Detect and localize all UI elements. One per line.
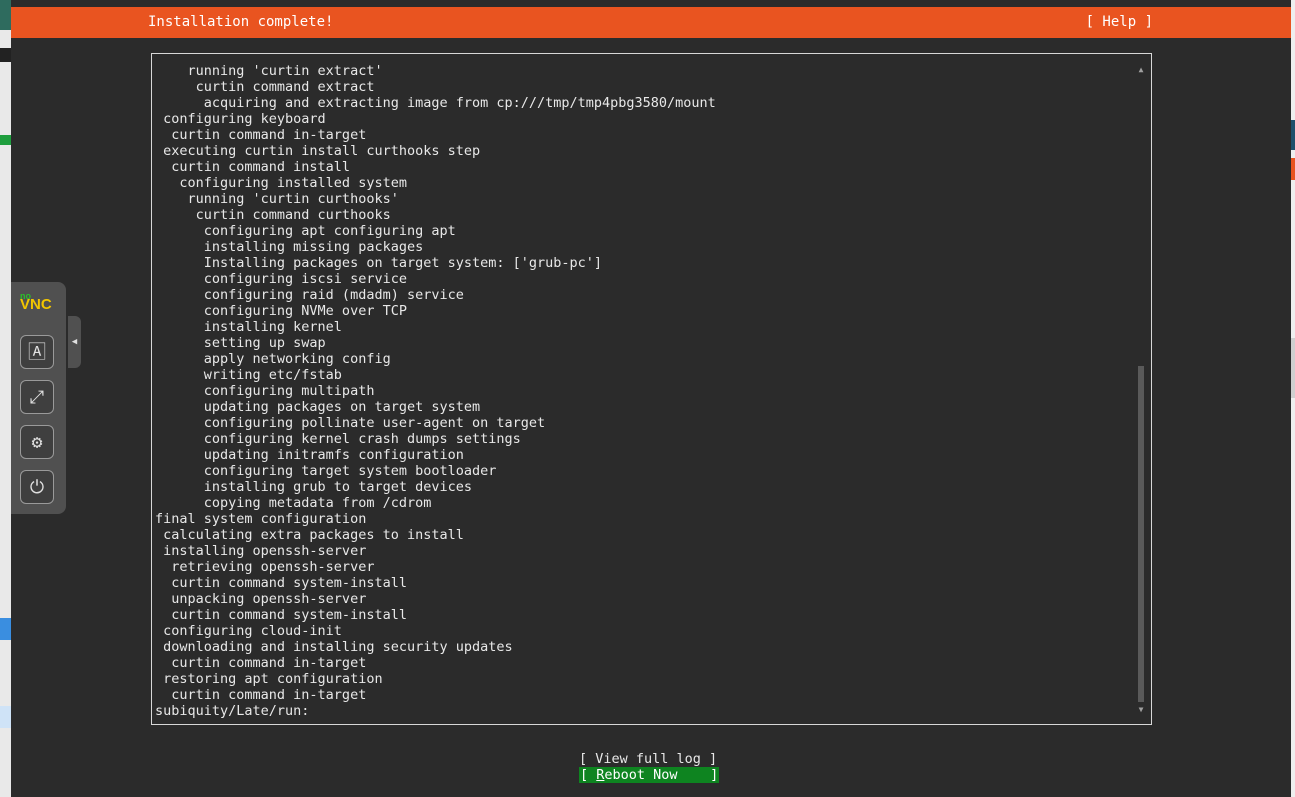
fullscreen-icon[interactable]: ⤢ xyxy=(20,380,54,414)
log-line: curtin command install xyxy=(155,159,351,175)
help-button[interactable]: [ Help ] xyxy=(1086,7,1153,38)
novnc-logo: no VNC xyxy=(20,290,52,313)
log-line: writing etc/fstab xyxy=(155,367,342,383)
log-line: Installing packages on target system: ['… xyxy=(155,255,603,271)
collapse-panel-handle[interactable]: ◀ xyxy=(68,316,81,368)
log-line: subiquity/Late/run: xyxy=(155,703,310,719)
host-edge-strip xyxy=(0,0,11,30)
triangle-down-icon[interactable]: ▼ xyxy=(1137,706,1145,714)
log-line: configuring pollinate user-agent on targ… xyxy=(155,415,546,431)
log-line: configuring keyboard xyxy=(155,111,326,127)
log-line: configuring apt configuring apt xyxy=(155,223,456,239)
log-line: running 'curtin extract' xyxy=(155,63,383,79)
host-desktop-right-edge xyxy=(1291,0,1295,797)
log-line: downloading and installing security upda… xyxy=(155,639,513,655)
host-edge-strip xyxy=(1291,158,1295,180)
host-edge-strip xyxy=(0,618,11,640)
host-edge-strip xyxy=(0,48,11,62)
log-line: calculating extra packages to install xyxy=(155,527,464,543)
log-line: setting up swap xyxy=(155,335,326,351)
log-line: configuring target system bootloader xyxy=(155,463,497,479)
keyboard-icon[interactable]: 🄰 xyxy=(20,335,54,369)
log-line: final system configuration xyxy=(155,511,367,527)
log-line: configuring NVMe over TCP xyxy=(155,303,407,319)
power-icon[interactable]: ⏻ xyxy=(20,470,54,504)
log-line: curtin command in-target xyxy=(155,127,367,143)
log-scrollbar[interactable]: ▲ ▼ xyxy=(1137,66,1145,716)
log-line: configuring iscsi service xyxy=(155,271,407,287)
view-full-log-button[interactable]: [ View full log ] xyxy=(579,751,717,767)
log-line: installing kernel xyxy=(155,319,342,335)
log-line: configuring kernel crash dumps settings xyxy=(155,431,521,447)
log-line: installing grub to target devices xyxy=(155,479,472,495)
log-line: configuring raid (mdadm) service xyxy=(155,287,464,303)
log-line: unpacking openssh-server xyxy=(155,591,367,607)
log-line: installing missing packages xyxy=(155,239,424,255)
log-line: curtin command in-target xyxy=(155,687,367,703)
log-line: configuring cloud-init xyxy=(155,623,342,639)
host-edge-strip xyxy=(1291,338,1295,398)
log-line: configuring multipath xyxy=(155,383,375,399)
host-edge-strip xyxy=(0,135,11,145)
novnc-logo-vnc: VNC xyxy=(20,296,52,313)
triangle-up-icon[interactable]: ▲ xyxy=(1137,66,1145,74)
page-title: Installation complete! xyxy=(148,14,334,30)
log-line: restoring apt configuration xyxy=(155,671,383,687)
reboot-bracket-open: [ xyxy=(580,767,597,783)
reboot-label-rest: eboot Now ] xyxy=(604,767,719,783)
log-line: updating initramfs configuration xyxy=(155,447,464,463)
log-line: curtin command curthooks xyxy=(155,207,391,223)
novnc-control-bar: no VNC 🄰 ⤢ ⚙ ⏻ xyxy=(11,282,66,514)
log-line: curtin command system-install xyxy=(155,607,407,623)
scrollbar-thumb[interactable] xyxy=(1138,366,1144,702)
install-log-panel[interactable]: running 'curtin extract' curtin command … xyxy=(151,53,1152,725)
log-line: apply networking config xyxy=(155,351,391,367)
log-line: executing curtin install curthooks step xyxy=(155,143,481,159)
host-edge-strip xyxy=(0,706,11,728)
log-line: installing openssh-server xyxy=(155,543,367,559)
log-line: running 'curtin curthooks' xyxy=(155,191,399,207)
log-line: copying metadata from /cdrom xyxy=(155,495,432,511)
settings-gear-icon[interactable]: ⚙ xyxy=(20,425,54,459)
install-log-lines: running 'curtin extract' curtin command … xyxy=(155,63,716,719)
log-line: configuring installed system xyxy=(155,175,407,191)
reboot-now-button[interactable]: [ Reboot Now ] xyxy=(579,767,720,783)
log-line: retrieving openssh-server xyxy=(155,559,375,575)
log-line: curtin command extract xyxy=(155,79,375,95)
host-edge-strip xyxy=(1291,120,1295,150)
host-desktop-left-edge xyxy=(0,0,11,797)
log-line: curtin command in-target xyxy=(155,655,367,671)
log-line: curtin command system-install xyxy=(155,575,407,591)
log-line: acquiring and extracting image from cp:/… xyxy=(155,95,716,111)
installer-header: Installation complete! [ Help ] xyxy=(11,7,1291,38)
vnc-screen[interactable]: Installation complete! [ Help ] running … xyxy=(11,0,1291,797)
log-line: updating packages on target system xyxy=(155,399,481,415)
